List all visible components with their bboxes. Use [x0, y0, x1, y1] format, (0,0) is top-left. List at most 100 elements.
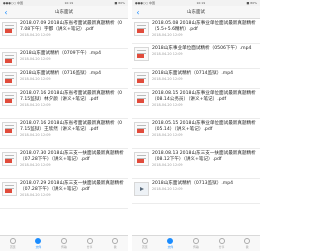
tab-label: 文件: [167, 245, 174, 249]
file-row[interactable]: 2018.07.16 2018山东省考面试最新真题精析（07.15监狱）王欣然（…: [0, 119, 128, 149]
tab-item[interactable]: 文件: [161, 238, 179, 249]
tab-icon: [35, 238, 42, 244]
file-date: 2018-04-20 12:09: [152, 162, 183, 167]
document-file-icon: [134, 72, 149, 86]
file-date: 2018-04-20 12:09: [152, 102, 183, 107]
tab-label: 传输: [193, 245, 199, 249]
clock: 10:19: [64, 1, 74, 5]
file-meta: 2018.07.29 2018山东三支一扶面试最新真题精析（07.28下午）（讲…: [20, 181, 126, 197]
tab-item[interactable]: 我: [238, 238, 256, 249]
tab-item[interactable]: 分享: [81, 238, 99, 249]
file-name: 2018.07.30 2018山东三支一扶面试最新真题精析（07.28下午）（讲…: [20, 151, 124, 162]
tab-item[interactable]: 传输: [187, 238, 205, 249]
tab-label: 分享: [86, 245, 93, 249]
file-row[interactable]: 2018.05.08 2018山东事业单位面试最新真题精析（5.5+5.6精析）…: [132, 19, 260, 44]
file-list: 2018.07.09 2018山东省考面试最新真题精析（07.08下午）字都（讲…: [0, 19, 128, 235]
document-file-icon: [2, 52, 17, 66]
tab-icon: [60, 238, 67, 244]
tab-label: 我: [113, 245, 117, 249]
tab-label: 分享: [218, 245, 225, 249]
tab-icon: [86, 238, 93, 244]
file-row[interactable]: 2018.07.30 2018山东三支一扶面试最新真题精析（07.28下午）（讲…: [0, 149, 128, 179]
file-name: 2018山东面试精析（0714监狱）.mp4: [152, 71, 234, 76]
tab-label: 文件: [35, 245, 42, 249]
file-name: 2018.08.15 2018山东事业单位面试最新真题精析（08.14公务员）（…: [152, 91, 256, 102]
tab-icon: [218, 238, 225, 244]
battery-indicator: ■ 80%: [114, 1, 125, 5]
document-file-icon: [2, 72, 17, 86]
file-row[interactable]: 2018山东面试精析（0713监狱）.mp4 2018-04-20 12:09: [132, 179, 260, 204]
tab-item[interactable]: 传输: [55, 238, 73, 249]
file-meta: 2018山东面试精析（0713监狱）.mp4 2018-04-20 12:09: [152, 181, 258, 191]
tab-bar: 首页 文件 传输 分享 我: [132, 235, 260, 251]
tab-bar: 首页 文件 传输 分享 我: [0, 235, 128, 251]
file-name: 2018.07.16 2018山东省考面试最新真题精析（07.15监狱）林夕颜（…: [20, 91, 123, 102]
tab-icon: [192, 238, 199, 244]
clock: 10:19: [196, 1, 206, 5]
file-date: 2018-04-20 12:09: [152, 52, 183, 57]
file-meta: 2018.08.15 2018山东事业单位面试最新真题精析（08.14公务员）（…: [152, 91, 258, 107]
file-row[interactable]: 2018.07.29 2018山东三支一扶面试最新真题精析（07.28下午）（讲…: [0, 179, 128, 209]
file-meta: 2018.05.08 2018山东事业单位面试最新真题精析（5.5+5.6精析）…: [152, 21, 258, 37]
file-row[interactable]: 2018.05.15 2018山东事业单位面试最新真题精析（05.14）（讲义+…: [132, 119, 260, 149]
tab-icon: [141, 238, 148, 244]
document-file-icon: [134, 92, 149, 106]
file-name: 2018山东事业单位面试精析（0506下午）.mp4: [152, 46, 252, 51]
tab-icon: [244, 238, 251, 244]
file-row[interactable]: 2018.07.09 2018山东省考面试最新真题精析（07.08下午）字都（讲…: [0, 19, 128, 49]
tab-label: 首页: [9, 245, 16, 249]
battery-indicator: ■ 80%: [246, 1, 257, 5]
file-meta: 2018.07.09 2018山东省考面试最新真题精析（07.08下午）字都（讲…: [20, 21, 126, 37]
file-name: 2018山东面试精析（0709下午）.mp4: [20, 51, 102, 56]
file-meta: 2018.07.16 2018山东省考面试最新真题精析（07.15监狱）王欣然（…: [20, 121, 126, 137]
file-meta: 2018.07.16 2018山东省考面试最新真题精析（07.15监狱）林夕颜（…: [20, 91, 126, 107]
nav-bar: ‹ 山东面试: [0, 6, 128, 19]
file-meta: 2018.07.30 2018山东三支一扶面试最新真题精析（07.28下午）（讲…: [20, 151, 126, 167]
tab-icon: [9, 238, 16, 244]
tab-item[interactable]: 我: [106, 238, 124, 249]
document-file-icon: [2, 22, 17, 36]
file-row[interactable]: 2018山东面试精析（0716监狱）.mp4 2018-04-20 12:09: [0, 69, 128, 89]
file-date: 2018-04-20 12:09: [20, 192, 51, 197]
file-date: 2018-04-20 12:09: [20, 162, 51, 167]
file-name: 2018.05.08 2018山东事业单位面试最新真题精析（5.5+5.6精析）…: [152, 21, 256, 32]
back-icon[interactable]: ‹: [2, 8, 10, 17]
tab-item[interactable]: 文件: [29, 238, 47, 249]
file-row[interactable]: 2018山东事业单位面试精析（0506下午）.mp4 2018-04-20 12:…: [132, 44, 260, 69]
file-row[interactable]: 2018.07.16 2018山东省考面试最新真题精析（07.15监狱）林夕颜（…: [0, 89, 128, 119]
file-date: 2018-04-20 12:09: [152, 32, 183, 37]
file-meta: 2018山东面试精析（0714监狱）.mp4 2018-04-20 12:09: [152, 71, 258, 81]
file-date: 2018-04-20 12:09: [152, 132, 183, 137]
file-row[interactable]: 2018.08.13 2018山东三支一扶面试最新真题精析（08.12下午）（讲…: [132, 149, 260, 179]
tab-label: 传输: [61, 245, 67, 249]
page-title: 山东面试: [55, 10, 73, 15]
tab-item[interactable]: 首页: [4, 238, 22, 249]
document-file-icon: [2, 122, 17, 136]
file-row[interactable]: 2018山东面试精析（0709下午）.mp4 2018-04-20 12:09: [0, 49, 128, 69]
tab-icon: [112, 238, 119, 244]
tab-item[interactable]: 首页: [136, 238, 154, 249]
tab-label: 我: [245, 245, 249, 249]
file-date: 2018-04-20 12:09: [20, 57, 51, 62]
file-name: 2018.07.16 2018山东省考面试最新真题精析（07.15监狱）王欣然（…: [20, 121, 123, 132]
file-date: 2018-04-20 12:09: [20, 77, 51, 82]
back-icon[interactable]: ‹: [134, 8, 142, 17]
document-file-icon: [134, 152, 149, 166]
file-meta: 2018山东面试精析（0716监狱）.mp4 2018-04-20 12:09: [20, 71, 126, 81]
file-date: 2018-04-20 12:09: [152, 77, 183, 82]
tab-item[interactable]: 分享: [213, 238, 231, 249]
carrier-label: ●●●○○ 中国: [135, 1, 156, 5]
file-row[interactable]: 2018山东面试精析（0714监狱）.mp4 2018-04-20 12:09: [132, 69, 260, 89]
page-title: 山东面试: [187, 10, 205, 15]
file-date: 2018-04-20 12:09: [20, 102, 51, 107]
file-meta: 2018山东面试精析（0709下午）.mp4 2018-04-20 12:09: [20, 51, 126, 61]
file-date: 2018-04-20 12:09: [20, 132, 51, 137]
file-name: 2018.08.13 2018山东三支一扶面试最新真题精析（08.12下午）（讲…: [152, 151, 256, 162]
file-row[interactable]: 2018.08.15 2018山东事业单位面试最新真题精析（08.14公务员）（…: [132, 89, 260, 119]
document-file-icon: [2, 152, 17, 166]
document-file-icon: [2, 92, 17, 106]
file-date: 2018-04-20 12:09: [20, 32, 51, 37]
document-file-icon: [134, 22, 149, 36]
file-date: 2018-04-20 12:09: [152, 187, 183, 192]
document-file-icon: [134, 122, 149, 136]
